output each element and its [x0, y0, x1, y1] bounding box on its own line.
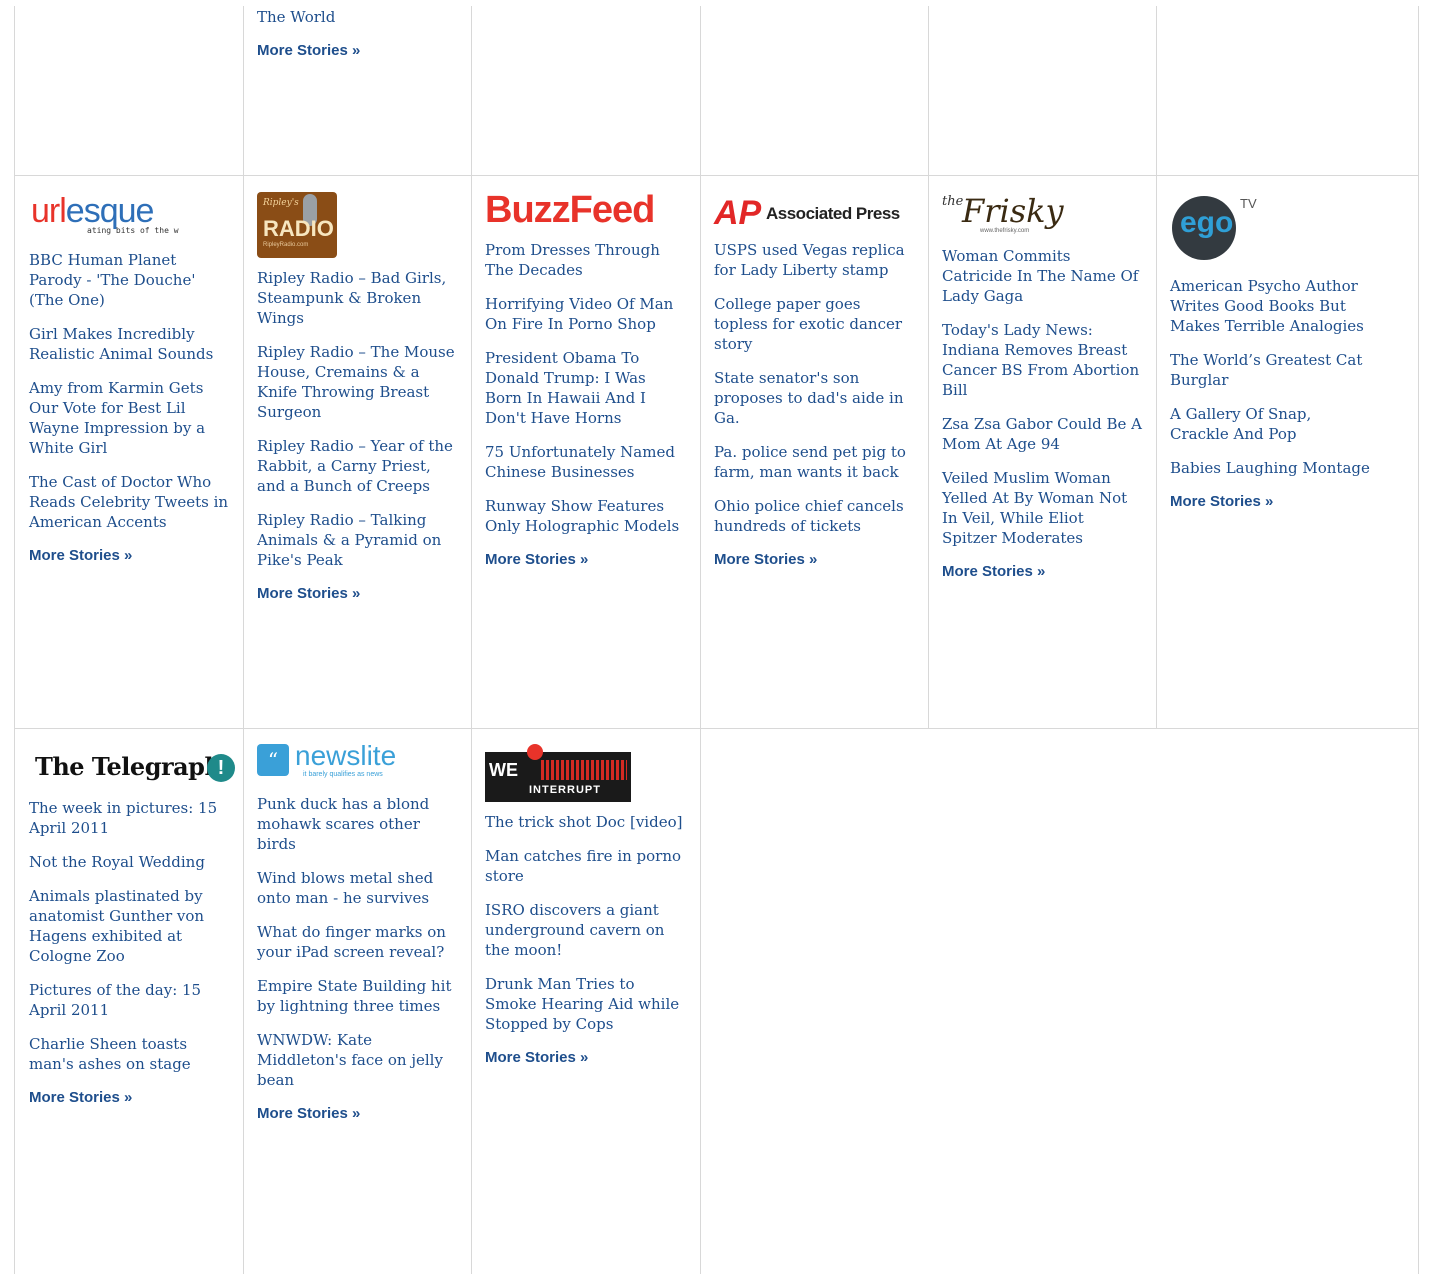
story-link[interactable]: A Gallery Of Snap, Crackle And Pop	[1170, 404, 1370, 444]
associated-press-logo[interactable]: AP Associated Press	[714, 196, 914, 230]
story-link[interactable]: Horrifying Video Of Man On Fire In Porno…	[485, 294, 685, 334]
more-stories-link[interactable]: More Stories »	[485, 1048, 685, 1068]
story-link[interactable]: College paper goes topless for exotic da…	[714, 294, 914, 354]
story-link[interactable]: Punk duck has a blond mohawk scares othe…	[257, 794, 457, 854]
frisky-logo-the: the	[942, 194, 964, 209]
grid-line	[928, 6, 929, 728]
story-link[interactable]: Woman Commits Catricide In The Name Of L…	[942, 246, 1142, 306]
story-link[interactable]: American Psycho Author Writes Good Books…	[1170, 276, 1370, 336]
story-link[interactable]: Charlie Sheen toasts man's ashes on stag…	[29, 1034, 229, 1074]
story-link[interactable]: The World’s Greatest Cat Burglar	[1170, 350, 1370, 390]
news-cell-ego-tv: ego TV American Psycho Author Writes Goo…	[1170, 190, 1370, 512]
barcode-stripes-icon	[541, 760, 627, 780]
story-link[interactable]: BBC Human Planet Parody - 'The Douche' (…	[29, 250, 229, 310]
ripley-logo-bottom: RipleyRadio.com	[263, 242, 309, 248]
story-link[interactable]: Today's Lady News: Indiana Removes Breas…	[942, 320, 1142, 400]
the-telegraph-logo[interactable]: The Telegraph !	[29, 748, 235, 788]
ripley-radio-logo[interactable]: Ripley's RADIO RipleyRadio.com	[257, 192, 337, 258]
news-cell-buzzfeed: BuzzFeed Prom Dresses Through The Decade…	[485, 190, 685, 570]
frisky-logo-word: Frisky	[962, 192, 1064, 230]
buzzfeed-logo[interactable]: BuzzFeed	[485, 190, 685, 230]
story-link[interactable]: Ripley Radio – Bad Girls, Steampunk & Br…	[257, 268, 457, 328]
newslite-logo[interactable]: “ newslite it barely qualifies as news	[257, 740, 457, 784]
news-cell-the-telegraph: The Telegraph ! The week in pictures: 15…	[29, 748, 235, 1108]
story-link[interactable]: Drunk Man Tries to Smoke Hearing Aid whi…	[485, 974, 685, 1034]
story-link[interactable]: Amy from Karmin Gets Our Vote for Best L…	[29, 378, 229, 458]
story-link[interactable]: WNWDW: Kate Middleton's face on jelly be…	[257, 1030, 457, 1090]
story-link[interactable]: ISRO discovers a giant underground caver…	[485, 900, 685, 960]
story-link[interactable]: 75 Unfortunately Named Chinese Businesse…	[485, 442, 685, 482]
story-link[interactable]: Ripley Radio – Talking Animals & a Pyram…	[257, 510, 457, 570]
story-link[interactable]: The week in pictures: 15 April 2011	[29, 798, 229, 838]
grid-line	[14, 728, 1419, 729]
urlesque-logo[interactable]: urlesque ating bits of the w	[29, 192, 229, 240]
story-link[interactable]: Pictures of the day: 15 April 2011	[29, 980, 229, 1020]
urlesque-logo-tagline: ating bits of the w	[87, 226, 179, 235]
news-cell: The World More Stories »	[257, 7, 457, 61]
more-stories-link[interactable]: More Stories »	[942, 562, 1142, 582]
more-stories-link[interactable]: More Stories »	[29, 546, 229, 566]
story-link[interactable]: Zsa Zsa Gabor Could Be A Mom At Age 94	[942, 414, 1142, 454]
story-link[interactable]: Veiled Muslim Woman Yelled At By Woman N…	[942, 468, 1142, 548]
grid-line	[700, 6, 701, 1274]
story-link[interactable]: Ripley Radio – Year of the Rabbit, a Car…	[257, 436, 457, 496]
ripley-logo-word: RADIO	[263, 216, 334, 241]
more-stories-link[interactable]: More Stories »	[29, 1088, 229, 1108]
story-link[interactable]: State senator's son proposes to dad's ai…	[714, 368, 914, 428]
story-link[interactable]: Animals plastinated by anatomist Gunther…	[29, 886, 229, 966]
story-link[interactable]: Runway Show Features Only Holographic Mo…	[485, 496, 685, 536]
telegraph-logo-word: The Telegraph	[35, 752, 222, 781]
story-link[interactable]: Girl Makes Incredibly Realistic Animal S…	[29, 324, 229, 364]
news-cell-associated-press: AP Associated Press USPS used Vegas repl…	[714, 196, 914, 570]
more-stories-link[interactable]: More Stories »	[485, 550, 685, 570]
story-link[interactable]: What do finger marks on your iPad screen…	[257, 922, 457, 962]
story-link[interactable]: USPS used Vegas replica for Lady Liberty…	[714, 240, 914, 280]
news-cell-we-interrupt: WE INTERRUPT The trick shot Doc [video] …	[485, 744, 685, 1068]
more-stories-link[interactable]: More Stories »	[714, 550, 914, 570]
more-stories-link[interactable]: More Stories »	[257, 41, 457, 61]
ap-logo-word: Associated Press	[766, 204, 900, 223]
story-link[interactable]: The World	[257, 7, 457, 27]
the-frisky-logo[interactable]: the Frisky www.thefrisky.com	[942, 192, 1142, 236]
news-cell-the-frisky: the Frisky www.thefrisky.com Woman Commi…	[942, 192, 1142, 582]
story-link[interactable]: Not the Royal Wedding	[29, 852, 229, 872]
story-link[interactable]: Ripley Radio – The Mouse House, Cremains…	[257, 342, 457, 422]
we-interrupt-logo-we: WE	[489, 760, 518, 780]
story-link[interactable]: Man catches fire in porno store	[485, 846, 685, 886]
newslite-logo-tagline: it barely qualifies as news	[303, 771, 383, 778]
story-link[interactable]: The Cast of Doctor Who Reads Celebrity T…	[29, 472, 229, 532]
ap-logo-mark: AP	[714, 194, 762, 232]
ego-logo-word: ego	[1180, 206, 1234, 239]
story-link[interactable]: The trick shot Doc [video]	[485, 812, 685, 832]
frisky-logo-url: www.thefrisky.com	[980, 228, 1030, 234]
we-interrupt-logo[interactable]: WE INTERRUPT	[485, 744, 631, 802]
ripley-logo-top: Ripley's	[263, 198, 299, 208]
news-cell-newslite: “ newslite it barely qualifies as news P…	[257, 740, 457, 1124]
ego-tv-logo[interactable]: ego TV	[1170, 190, 1370, 266]
story-link[interactable]: Pa. police send pet pig to farm, man wan…	[714, 442, 914, 482]
more-stories-link[interactable]: More Stories »	[257, 584, 457, 604]
more-stories-link[interactable]: More Stories »	[257, 1104, 457, 1124]
story-link[interactable]: Prom Dresses Through The Decades	[485, 240, 685, 280]
grid-line	[471, 6, 472, 1274]
ego-logo-suffix: TV	[1240, 196, 1257, 211]
grid-line	[1156, 6, 1157, 728]
newslite-quote-icon: “	[257, 744, 289, 776]
story-link[interactable]: Babies Laughing Montage	[1170, 458, 1370, 478]
story-link[interactable]: Wind blows metal shed onto man - he surv…	[257, 868, 457, 908]
story-link[interactable]: Ohio police chief cancels hundreds of ti…	[714, 496, 914, 536]
news-cell-ripley-radio: Ripley's RADIO RipleyRadio.com Ripley Ra…	[257, 192, 457, 604]
more-stories-link[interactable]: More Stories »	[1170, 492, 1370, 512]
we-interrupt-logo-word: INTERRUPT	[529, 784, 601, 796]
grid-line	[14, 175, 1419, 176]
grid-line	[1418, 6, 1419, 1274]
grid-line	[243, 6, 244, 1274]
story-link[interactable]: Empire State Building hit by lightning t…	[257, 976, 457, 1016]
exclamation-icon: !	[207, 754, 235, 782]
story-link[interactable]: President Obama To Donald Trump: I Was B…	[485, 348, 685, 428]
red-dot-icon	[527, 744, 543, 760]
newslite-logo-word: newslite	[295, 740, 397, 771]
grid-line	[14, 6, 15, 1274]
news-cell-urlesque: urlesque ating bits of the w BBC Human P…	[29, 192, 229, 566]
